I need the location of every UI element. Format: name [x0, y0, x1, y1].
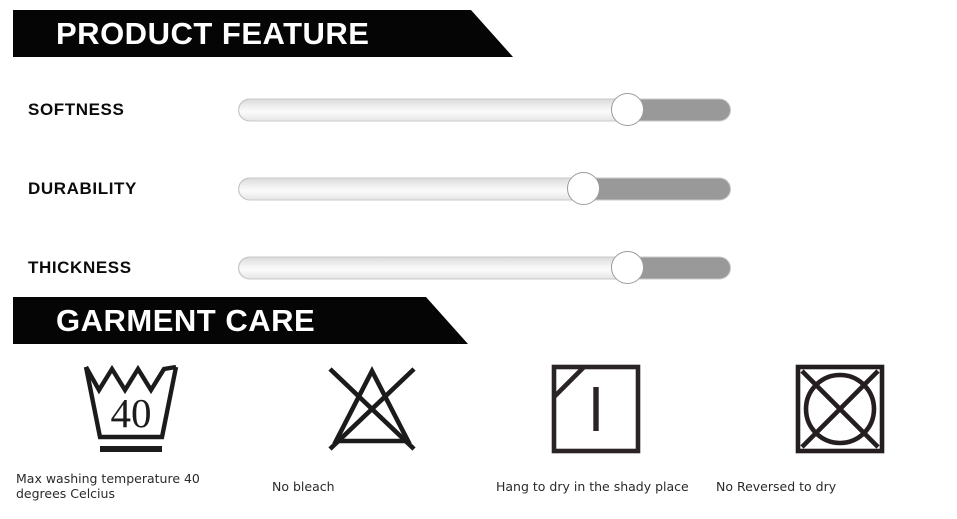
slider-knob-thickness[interactable]: [611, 251, 645, 284]
feature-row-thickness: THICKNESS: [0, 228, 957, 307]
slider-track-thickness[interactable]: [238, 256, 731, 279]
care-caption-bleach: No bleach: [272, 479, 335, 494]
care-caption-tumble: No Reversed to dry: [716, 479, 837, 494]
care-symbol-wrapper: 40: [16, 355, 246, 463]
slider-knob-durability[interactable]: [567, 172, 601, 205]
care-symbol-wrapper: [272, 355, 472, 463]
product-feature-list: SOFTNESS DURABILITY THICKNESS: [0, 70, 957, 307]
slider-fill-durability: [239, 178, 583, 199]
slider-track-softness[interactable]: [238, 98, 731, 121]
wash-temperature-value: 40: [111, 390, 152, 436]
care-symbol-wrapper: [496, 355, 716, 463]
feature-row-softness: SOFTNESS: [0, 70, 957, 149]
product-feature-banner: PRODUCT FEATURE: [13, 10, 513, 57]
care-symbol-wrapper: [716, 355, 916, 463]
feature-label-softness: SOFTNESS: [28, 99, 125, 119]
care-item: No bleach: [272, 355, 472, 494]
garment-care-banner: GARMENT CARE: [13, 297, 468, 344]
slider-thickness[interactable]: [238, 251, 731, 284]
slider-knob-softness[interactable]: [611, 93, 645, 126]
care-item: Hang to dry in the shady place: [496, 355, 716, 494]
feature-row-durability: DURABILITY: [0, 149, 957, 228]
slider-fill-thickness: [239, 257, 627, 278]
care-caption-dry: Hang to dry in the shady place: [496, 479, 689, 494]
no-bleach-triangle-icon: [328, 365, 416, 451]
slider-track-durability[interactable]: [238, 177, 731, 200]
garment-care-title: GARMENT CARE: [56, 302, 316, 338]
drip-dry-in-shade-icon: [551, 364, 641, 454]
care-item: 40 Max washing temperature 40 degrees Ce…: [16, 355, 246, 501]
feature-label-durability: DURABILITY: [28, 178, 137, 198]
care-item: No Reversed to dry: [716, 355, 916, 494]
care-caption-wash: Max washing temperature 40 degrees Celci…: [16, 471, 200, 501]
slider-softness[interactable]: [238, 93, 731, 126]
no-tumble-dry-icon: [795, 364, 885, 454]
feature-label-thickness: THICKNESS: [28, 257, 132, 277]
slider-fill-softness: [239, 99, 627, 120]
slider-durability[interactable]: [238, 172, 731, 205]
wash-tub-40-icon: 40: [83, 364, 179, 452]
product-feature-title: PRODUCT FEATURE: [56, 15, 370, 51]
